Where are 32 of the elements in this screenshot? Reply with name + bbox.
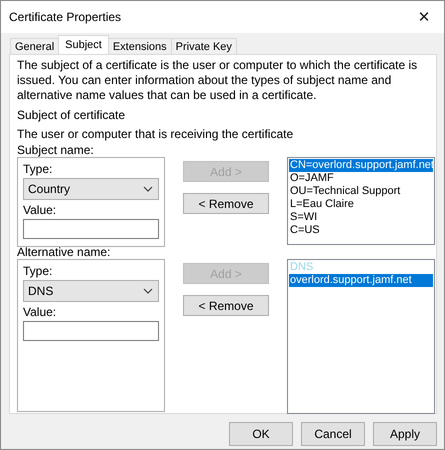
type-dropdown[interactable]: DNS xyxy=(23,280,159,302)
section-subtitle: The user or computer that is receiving the certificate xyxy=(17,126,294,142)
caret-icon xyxy=(143,186,153,192)
list-item[interactable]: CN=overlord.support.jamf.net xyxy=(289,159,433,172)
tab[interactable]: Subject xyxy=(58,35,109,54)
value-label: Value: xyxy=(23,203,58,218)
section-title: Subject of certificate xyxy=(17,107,126,123)
dialog-button[interactable]: OK xyxy=(229,422,293,446)
list-item[interactable]: OU=Technical Support xyxy=(289,185,433,198)
list-item[interactable]: L=Eau Claire xyxy=(289,198,433,211)
remove-button[interactable]: < Remove xyxy=(183,295,269,316)
group-label: Subject name: xyxy=(17,144,95,157)
tab[interactable]: Private Key xyxy=(170,38,237,54)
description-text: The subject of a certificate is the user or computer to which the certificate is issued. You can enter information about the types of subject name and alternative name values that can be used in a certificate. xyxy=(17,58,418,103)
close-button[interactable]: ✕ xyxy=(404,1,444,33)
caret-icon xyxy=(143,288,153,294)
dialog-button[interactable]: Cancel xyxy=(301,422,365,446)
value-field[interactable] xyxy=(23,219,159,239)
type-dropdown[interactable]: Country xyxy=(23,178,159,200)
value-field[interactable] xyxy=(23,321,159,341)
dialog-button[interactable]: Apply xyxy=(373,422,437,446)
list-item[interactable]: S=WI xyxy=(289,211,433,224)
list-item[interactable]: O=JAMF xyxy=(289,172,433,185)
type-label: Type: xyxy=(23,162,54,177)
tab[interactable]: General xyxy=(10,38,60,54)
list-item[interactable]: C=US xyxy=(289,224,433,237)
value-label: Value: xyxy=(23,305,58,320)
group-label: Alternative name: xyxy=(17,246,112,259)
remove-button[interactable]: < Remove xyxy=(183,193,269,214)
window-title: Certificate Properties xyxy=(9,10,122,24)
list-item[interactable]: overlord.support.jamf.net xyxy=(289,274,433,287)
type-label: Type: xyxy=(23,264,54,279)
